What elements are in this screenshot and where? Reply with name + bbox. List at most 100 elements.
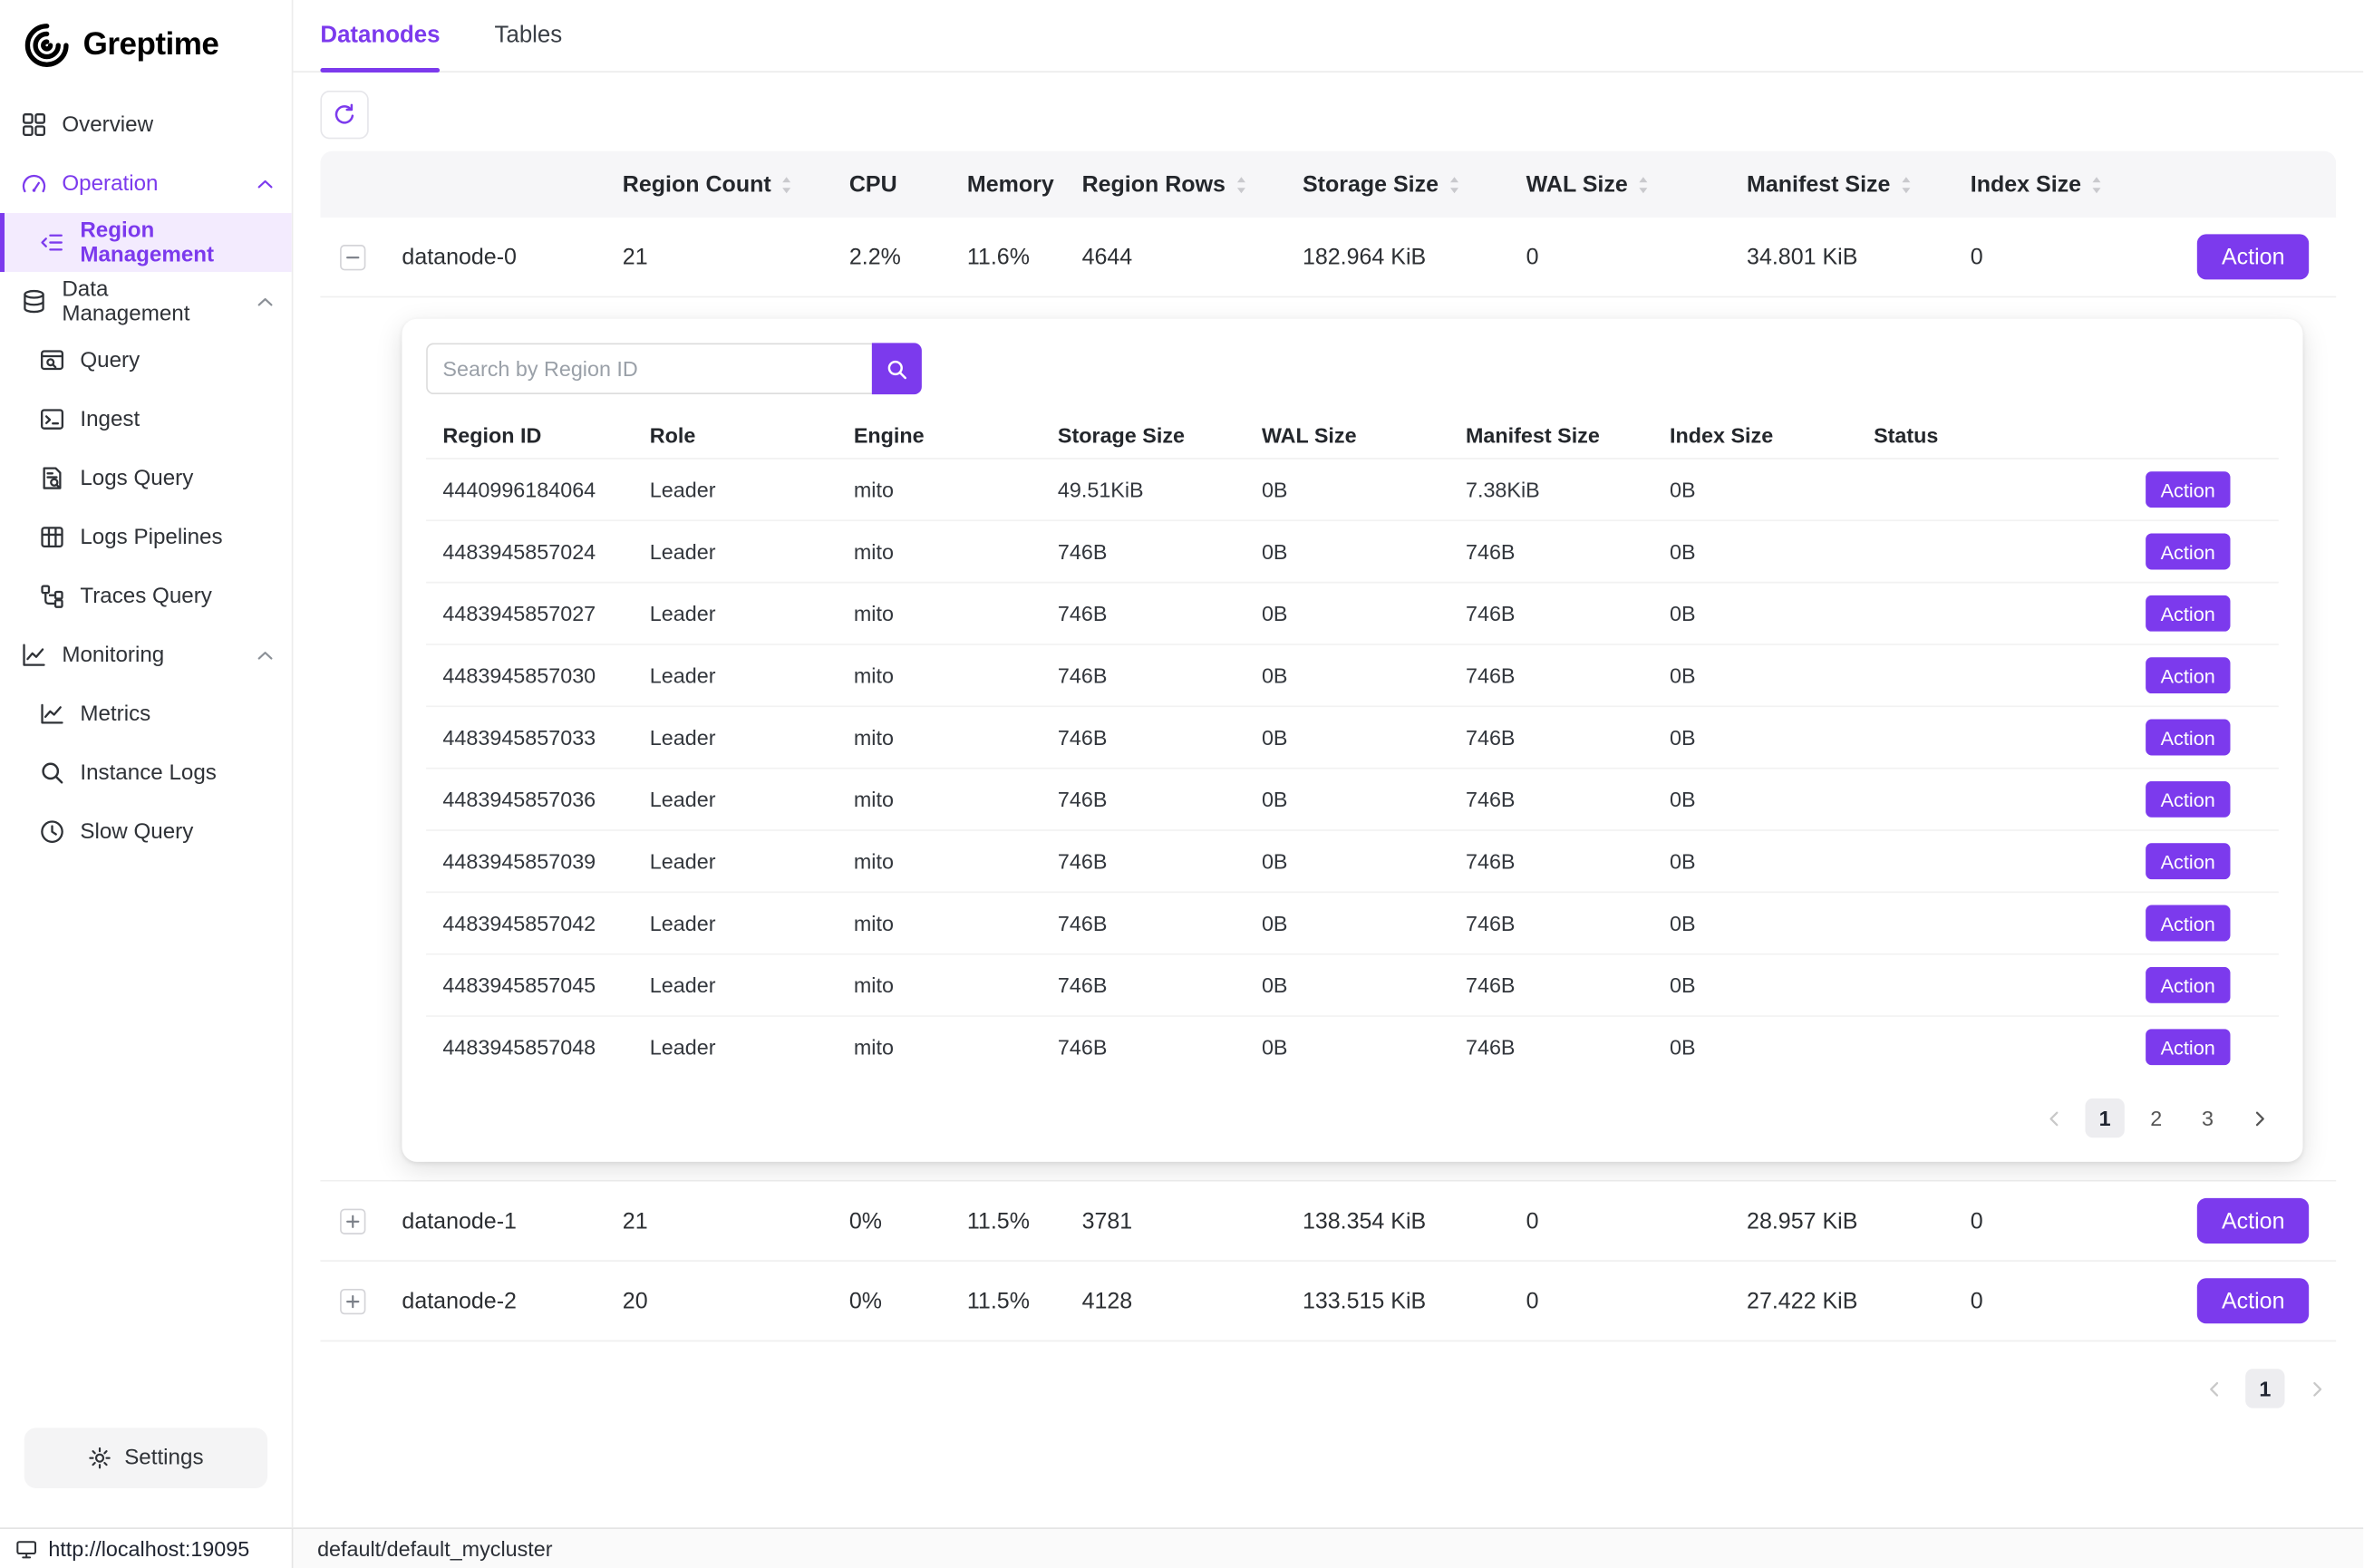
datanodes-table-header: Region Count CPU Memory Region Rows St xyxy=(320,151,2336,218)
datanode-expand-toggle[interactable] xyxy=(339,1208,364,1234)
sidebar-item-label: Slow Query xyxy=(80,819,193,844)
plus-icon xyxy=(344,1292,360,1309)
header-region-rows[interactable]: Region Rows xyxy=(1070,171,1290,197)
sidebar-item-metrics[interactable]: Metrics xyxy=(0,684,292,743)
query-icon xyxy=(39,347,64,373)
status-bar: http://localhost:19095 default/default_m… xyxy=(0,1527,2363,1568)
region-search-bar xyxy=(426,343,2279,394)
datanode-expand-toggle[interactable] xyxy=(339,1288,364,1313)
sidebar-item-label: Query xyxy=(80,348,140,373)
region-engine-cell: mito xyxy=(838,788,1042,812)
region-action-button[interactable]: Action xyxy=(2146,781,2231,818)
datanode-row: datanode-2 20 0% 11.5% 4128 133.515 KiB … xyxy=(320,1262,2336,1341)
pagination-page-2[interactable]: 2 xyxy=(2136,1099,2175,1137)
region-action-button[interactable]: Action xyxy=(2146,595,2231,632)
sidebar-section-operation[interactable]: Operation xyxy=(0,154,292,213)
header-storage-size[interactable]: Storage Size xyxy=(1291,171,1515,197)
region-id-cell: 4483945857048 xyxy=(426,1035,633,1060)
header-label: Memory xyxy=(967,171,1054,197)
sidebar-section-label: Operation xyxy=(62,171,158,196)
tab-tables[interactable]: Tables xyxy=(495,0,563,71)
region-table-body: 4440996184064 Leader mito 49.51KiB 0B 7.… xyxy=(426,460,2279,1078)
refresh-button[interactable] xyxy=(320,91,368,139)
tab-label: Datanodes xyxy=(320,22,440,49)
header-index-size[interactable]: Index Size xyxy=(1958,171,2178,197)
chevron-right-icon xyxy=(2253,1109,2266,1126)
sidebar-item-instance-logs[interactable]: Instance Logs xyxy=(0,743,292,802)
datanode-region-rows: 4644 xyxy=(1070,244,1290,269)
region-action-button[interactable]: Action xyxy=(2146,1029,2231,1065)
chevron-left-icon xyxy=(2047,1109,2060,1126)
datanode-action-button[interactable]: Action xyxy=(2197,1198,2309,1244)
document-search-icon xyxy=(39,465,64,490)
sidebar-item-query[interactable]: Query xyxy=(0,331,292,390)
region-row: 4483945857048 Leader mito 746B 0B 746B 0… xyxy=(426,1017,2279,1078)
datanode-action-button[interactable]: Action xyxy=(2197,234,2309,279)
header-region-count[interactable]: Region Count xyxy=(610,171,837,197)
sidebar-item-label: Ingest xyxy=(80,407,140,431)
datanode-collapse-toggle[interactable] xyxy=(339,244,364,269)
pagination-next-button[interactable] xyxy=(2239,1099,2278,1137)
region-wal-size-cell: 0B xyxy=(1245,725,1449,750)
datanodes-pagination-next-button[interactable] xyxy=(2297,1369,2336,1408)
datanodes-pagination-page-1[interactable]: 1 xyxy=(2245,1369,2284,1408)
region-index-size-cell: 0B xyxy=(1653,973,1857,998)
tab-datanodes[interactable]: Datanodes xyxy=(320,0,440,71)
sidebar-item-region-management[interactable]: Region Management xyxy=(0,213,292,272)
sidebar-item-slow-query[interactable]: Slow Query xyxy=(0,802,292,861)
sidebar-item-label: Overview xyxy=(62,112,153,137)
datanode-action-button[interactable]: Action xyxy=(2197,1278,2309,1323)
datanode-region-count: 21 xyxy=(610,244,837,269)
pagination-page-3[interactable]: 3 xyxy=(2188,1099,2227,1137)
tab-bar: Datanodes Tables xyxy=(293,0,2363,73)
region-action-button[interactable]: Action xyxy=(2146,967,2231,1003)
region-action-button[interactable]: Action xyxy=(2146,905,2231,942)
server-connection[interactable]: http://localhost:19095 xyxy=(0,1529,293,1568)
region-manifest-size-cell: 746B xyxy=(1449,1035,1653,1060)
sidebar-item-label: Instance Logs xyxy=(80,760,217,785)
sidebar-item-ingest[interactable]: Ingest xyxy=(0,390,292,449)
settings-button[interactable]: Settings xyxy=(24,1428,267,1488)
pagination-prev-button[interactable] xyxy=(2034,1099,2073,1137)
region-wal-size-cell: 0B xyxy=(1245,788,1449,812)
sidebar-item-logs-pipelines[interactable]: Logs Pipelines xyxy=(0,508,292,566)
datanodes-pagination-prev-button[interactable] xyxy=(2194,1369,2233,1408)
region-action-button[interactable]: Action xyxy=(2146,533,2231,569)
sort-icon xyxy=(1235,175,1248,195)
sidebar: Greptime Overview Operation xyxy=(0,0,293,1527)
header-status: Status xyxy=(1857,423,1996,448)
region-action-button[interactable]: Action xyxy=(2146,843,2231,879)
header-label: CPU xyxy=(849,171,897,197)
header-wal-size[interactable]: WAL Size xyxy=(1514,171,1734,197)
region-id-cell: 4483945857030 xyxy=(426,663,633,688)
region-wal-size-cell: 0B xyxy=(1245,663,1449,688)
datanode-name: datanode-0 xyxy=(383,244,610,269)
datanode-region-rows: 3781 xyxy=(1070,1208,1290,1234)
chevron-up-icon xyxy=(257,649,273,661)
region-search-button[interactable] xyxy=(872,343,922,394)
sidebar-section-monitoring[interactable]: Monitoring xyxy=(0,625,292,684)
sidebar-item-logs-query[interactable]: Logs Query xyxy=(0,449,292,508)
region-id-cell: 4483945857024 xyxy=(426,539,633,564)
header-label: Region Rows xyxy=(1082,171,1226,197)
region-action-button[interactable]: Action xyxy=(2146,471,2231,508)
region-action-button[interactable]: Action xyxy=(2146,657,2231,693)
region-row: 4483945857045 Leader mito 746B 0B 746B 0… xyxy=(426,955,2279,1017)
region-role-cell: Leader xyxy=(633,849,837,874)
region-wal-size-cell: 0B xyxy=(1245,601,1449,625)
sidebar-item-overview[interactable]: Overview xyxy=(0,95,292,154)
header-memory: Memory xyxy=(955,171,1071,197)
sidebar-section-data-management[interactable]: Data Management xyxy=(0,272,292,331)
header-manifest-size[interactable]: Manifest Size xyxy=(1735,171,1959,197)
region-index-size-cell: 0B xyxy=(1653,725,1857,750)
region-action-button[interactable]: Action xyxy=(2146,719,2231,755)
region-index-size-cell: 0B xyxy=(1653,663,1857,688)
sidebar-item-traces-query[interactable]: Traces Query xyxy=(0,566,292,625)
pagination-page-1[interactable]: 1 xyxy=(2085,1099,2124,1137)
datanode-expanded-area: Region ID Role Engine Storage Size WAL S… xyxy=(320,297,2336,1181)
region-engine-cell: mito xyxy=(838,849,1042,874)
chevron-up-icon xyxy=(257,178,273,189)
datanode-manifest-size: 28.957 KiB xyxy=(1735,1208,1959,1234)
region-panel: Region ID Role Engine Storage Size WAL S… xyxy=(402,319,2302,1162)
region-search-input[interactable] xyxy=(426,343,872,394)
